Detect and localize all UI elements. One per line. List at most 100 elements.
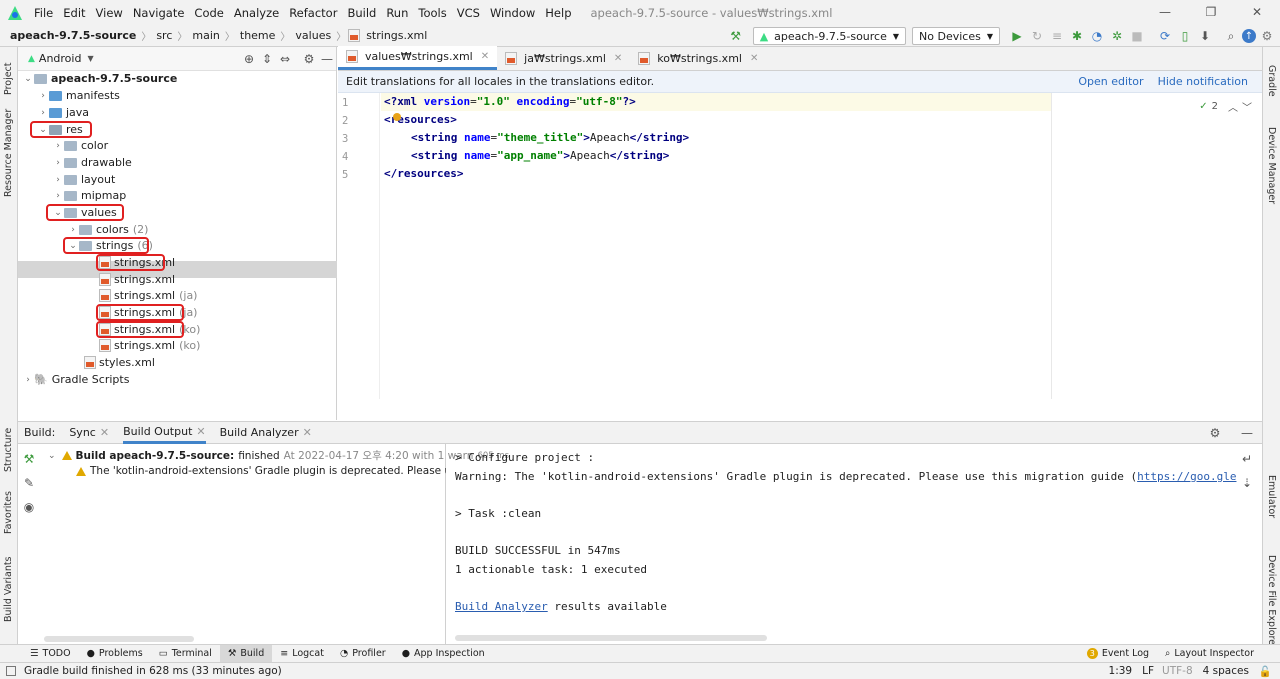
rerun-icon[interactable]: ↻ xyxy=(1028,27,1046,45)
horizontal-scrollbar[interactable] xyxy=(455,635,767,641)
close-tab-icon[interactable]: ✕ xyxy=(614,53,622,64)
tool-window-gradle[interactable]: Gradle xyxy=(1266,65,1277,97)
attach-debugger-icon[interactable]: ✲ xyxy=(1108,27,1126,45)
file-encoding[interactable]: UTF-8 xyxy=(1162,665,1193,677)
hide-notification-link[interactable]: Hide notification xyxy=(1158,75,1248,88)
indent-setting[interactable]: 4 spaces xyxy=(1203,665,1249,677)
tree-node-gradle-scripts[interactable]: › 🐘 Gradle Scripts xyxy=(22,371,129,388)
tree-node-strings-xml-ja[interactable]: strings.xml (ja) xyxy=(99,287,197,304)
search-icon[interactable]: ⌕ xyxy=(1222,27,1240,45)
hammer-icon[interactable]: ⚒ xyxy=(20,450,38,468)
migration-guide-link[interactable]: https://goo.gle xyxy=(1137,470,1236,483)
chevron-down-icon[interactable]: ⌄ xyxy=(22,74,34,84)
tool-terminal[interactable]: ▭ Terminal xyxy=(151,645,220,663)
tool-windows-toggle-icon[interactable] xyxy=(6,666,16,676)
build-analyzer-link[interactable]: Build Analyzer xyxy=(455,600,548,613)
horizontal-scrollbar[interactable] xyxy=(44,636,194,642)
menu-navigate[interactable]: Navigate xyxy=(128,6,190,20)
tree-node-styles-xml[interactable]: styles.xml xyxy=(84,354,155,371)
chevron-right-icon[interactable]: › xyxy=(52,141,64,151)
chevron-down-icon[interactable]: ﹀ xyxy=(1242,99,1252,114)
debug-icon[interactable]: ✱ xyxy=(1068,27,1086,45)
profile-icon[interactable]: ◔ xyxy=(1088,27,1106,45)
expand-all-icon[interactable]: ⇕ xyxy=(258,50,276,68)
line-separator[interactable]: LF xyxy=(1142,665,1154,677)
tool-profiler[interactable]: ◔ Profiler xyxy=(332,645,394,663)
menu-code[interactable]: Code xyxy=(189,6,228,20)
tab-ja-strings-xml[interactable]: ja₩strings.xml ✕ xyxy=(497,46,630,70)
chevron-down-icon[interactable]: ⌄ xyxy=(48,451,56,461)
breadcrumb-file[interactable]: strings.xml xyxy=(363,29,430,42)
tab-build-analyzer[interactable]: Build Analyzer ✕ xyxy=(220,422,312,444)
tree-node-drawable[interactable]: › drawable xyxy=(52,154,132,171)
locate-icon[interactable]: ⊕ xyxy=(240,50,258,68)
menu-analyze[interactable]: Analyze xyxy=(229,6,284,20)
tool-todo[interactable]: ☰ TODO xyxy=(22,645,79,663)
menu-vcs[interactable]: VCS xyxy=(452,6,485,20)
gear-icon[interactable]: ⚙ xyxy=(1206,424,1224,442)
sdk-manager-icon[interactable]: ⬇ xyxy=(1196,27,1214,45)
stop-icon[interactable]: ■ xyxy=(1128,27,1146,45)
chevron-up-icon[interactable]: ︿ xyxy=(1228,99,1238,114)
sync-gradle-icon[interactable]: ⟳ xyxy=(1156,27,1174,45)
breadcrumb-src[interactable]: src xyxy=(153,29,175,42)
tool-logcat[interactable]: ≡ Logcat xyxy=(272,645,332,663)
tool-event-log[interactable]: 3 Event Log xyxy=(1079,645,1157,663)
close-tab-icon[interactable]: ✕ xyxy=(303,426,312,439)
eye-icon[interactable]: ◉ xyxy=(20,498,38,516)
hammer-icon[interactable]: ⚒ xyxy=(727,27,745,45)
update-icon[interactable]: ↑ xyxy=(1242,29,1256,43)
hide-icon[interactable]: — xyxy=(318,50,336,68)
close-tab-icon[interactable]: ✕ xyxy=(750,53,758,64)
tool-window-device-file-explorer[interactable]: Device File Explorer xyxy=(1266,555,1277,649)
tab-values-strings-xml[interactable]: values₩strings.xml ✕ xyxy=(338,46,498,70)
menu-run[interactable]: Run xyxy=(381,6,413,20)
pin-icon[interactable]: ✎ xyxy=(20,474,38,492)
tool-window-build-variants[interactable]: Build Variants xyxy=(3,556,14,622)
inspection-widget[interactable]: ✓ 2 ︿ ﹀ xyxy=(1199,99,1252,114)
minimize-icon[interactable]: — xyxy=(1142,0,1188,25)
soft-wrap-icon[interactable]: ↵ xyxy=(1238,450,1256,468)
run-config-dropdown[interactable]: ▲ apeach-9.7.5-source ▼ xyxy=(752,27,907,45)
close-tab-icon[interactable]: ✕ xyxy=(100,426,109,439)
close-icon[interactable]: ✕ xyxy=(1234,0,1280,25)
device-dropdown[interactable]: No Devices ▼ xyxy=(912,27,1000,45)
apply-changes-icon[interactable]: ≡ xyxy=(1048,27,1066,45)
tab-build-output[interactable]: Build Output ✕ xyxy=(123,422,206,444)
chevron-right-icon[interactable]: › xyxy=(37,108,49,118)
tree-node-java[interactable]: › java xyxy=(37,104,89,121)
hide-icon[interactable]: — xyxy=(1238,424,1256,442)
menu-help[interactable]: Help xyxy=(540,6,576,20)
tree-node-strings-xml-ko[interactable]: strings.xml (ko) xyxy=(99,337,200,354)
close-tab-icon[interactable]: ✕ xyxy=(196,425,205,438)
tree-node-color[interactable]: › color xyxy=(52,137,108,154)
menu-edit[interactable]: Edit xyxy=(58,6,90,20)
caret-position[interactable]: 1:39 xyxy=(1109,665,1133,677)
tree-node-root[interactable]: ⌄ apeach-9.7.5-source xyxy=(22,70,177,87)
menu-view[interactable]: View xyxy=(91,6,128,20)
breadcrumb-theme[interactable]: theme xyxy=(237,29,279,42)
tree-node-manifests[interactable]: › manifests xyxy=(37,87,120,104)
breadcrumb-main[interactable]: main xyxy=(189,29,222,42)
tool-window-favorites[interactable]: Favorites xyxy=(3,491,14,534)
chevron-right-icon[interactable]: › xyxy=(52,158,64,168)
breadcrumb-values[interactable]: values xyxy=(292,29,334,42)
scroll-to-end-icon[interactable]: ⇣ xyxy=(1238,474,1256,492)
tool-app-inspection[interactable]: ● App Inspection xyxy=(394,645,493,663)
chevron-right-icon[interactable]: › xyxy=(52,175,64,185)
build-console[interactable]: > Configure project : Warning: The 'kotli… xyxy=(455,451,1255,613)
intention-bulb-icon[interactable] xyxy=(393,113,401,121)
run-icon[interactable]: ▶ xyxy=(1008,27,1026,45)
tool-layout-inspector[interactable]: ⌕ Layout Inspector xyxy=(1157,645,1262,663)
tree-node-colors[interactable]: › colors (2) xyxy=(67,221,148,238)
chevron-right-icon[interactable]: › xyxy=(67,225,79,235)
tool-window-structure[interactable]: Structure xyxy=(3,428,14,472)
tree-node-strings-xml[interactable]: strings.xml xyxy=(99,271,175,288)
device-manager-icon[interactable]: ▯ xyxy=(1176,27,1194,45)
project-view-selector[interactable]: Android xyxy=(39,52,82,65)
menu-window[interactable]: Window xyxy=(485,6,540,20)
chevron-right-icon[interactable]: › xyxy=(37,91,49,101)
chevron-down-icon[interactable]: ▼ xyxy=(87,54,93,63)
collapse-all-icon[interactable]: ⇔ xyxy=(276,50,294,68)
menu-build[interactable]: Build xyxy=(342,6,381,20)
